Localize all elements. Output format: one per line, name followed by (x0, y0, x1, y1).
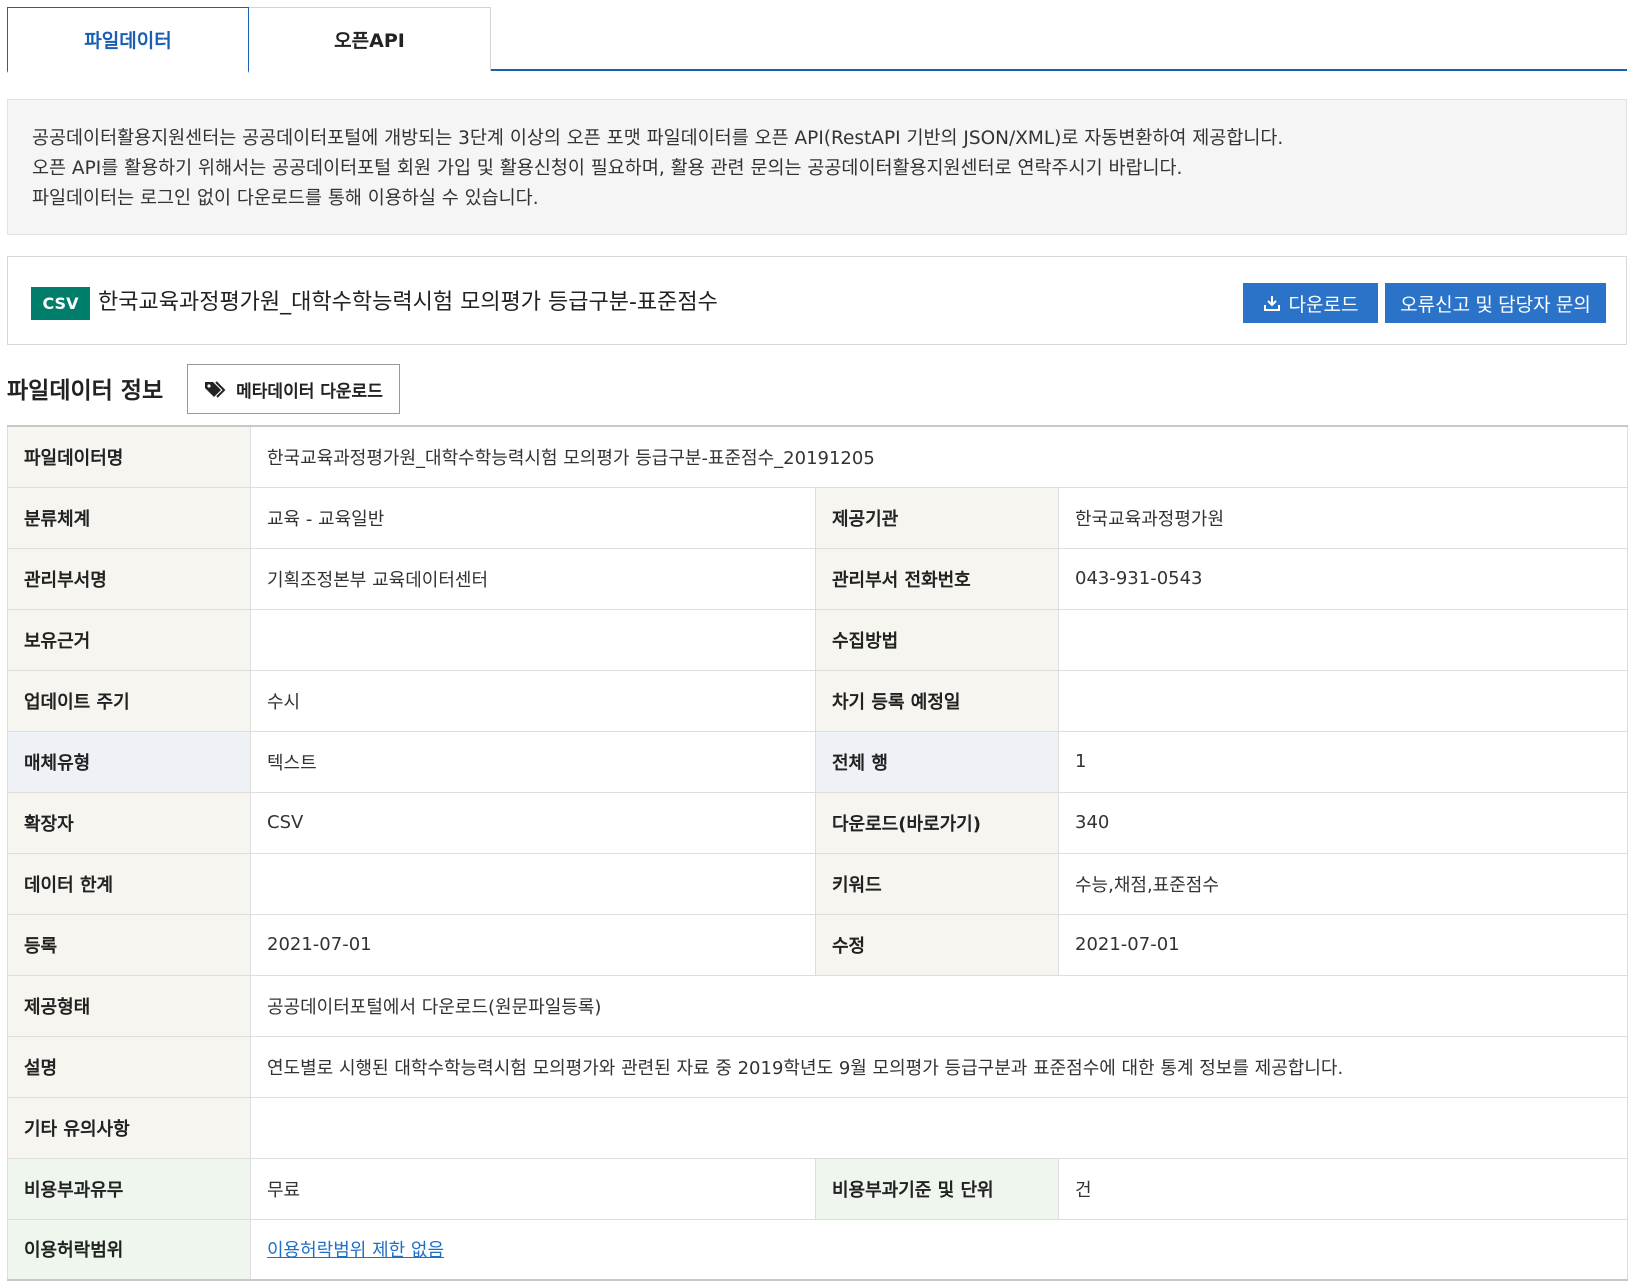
label-fee: 비용부과유무 (7, 1157, 251, 1220)
value-notes (249, 1096, 1629, 1159)
table-row: 업데이트 주기 수시 차기 등록 예정일 (7, 669, 1629, 732)
label-dept: 관리부서명 (7, 547, 251, 610)
metadata-download-label: 메타데이터 다운로드 (236, 381, 383, 402)
table-row: 분류체계 교육 - 교육일반 제공기관 한국교육과정평가원 (7, 486, 1629, 549)
value-registered: 2021-07-01 (250, 913, 816, 976)
label-provide-type: 제공형태 (7, 974, 251, 1037)
dataset-header: CSV 한국교육과정평가원_대학수학능력시험 모의평가 등급구분-표준점수 다운… (7, 256, 1627, 345)
download-icon (1263, 294, 1281, 312)
dataset-title: 한국교육과정평가원_대학수학능력시험 모의평가 등급구분-표준점수 (98, 290, 718, 315)
tags-icon (204, 380, 228, 398)
notice-line-1: 공공데이터활용지원센터는 공공데이터포털에 개방되는 3단계 이상의 오픈 포맷… (32, 128, 1284, 149)
value-collect-method (1057, 608, 1629, 671)
value-provide-type: 공공데이터포털에서 다운로드(원문파일등록) (249, 974, 1629, 1037)
table-row: 등록 2021-07-01 수정 2021-07-01 (7, 913, 1629, 976)
value-data-limit (250, 852, 816, 915)
license-cell: 이용허락범위 제한 없음 (249, 1218, 1629, 1281)
label-notes: 기타 유의사항 (7, 1096, 251, 1159)
table-row: 파일데이터명 한국교육과정평가원_대학수학능력시험 모의평가 등급구분-표준점수… (7, 425, 1629, 488)
format-badge: CSV (31, 287, 90, 320)
value-keywords: 수능,채점,표준점수 (1057, 852, 1629, 915)
label-downloads: 다운로드(바로가기) (815, 791, 1059, 854)
value-file-name: 한국교육과정평가원_대학수학능력시험 모의평가 등급구분-표준점수_201912… (249, 425, 1629, 488)
notice-line-3: 파일데이터는 로그인 없이 다운로드를 통해 이용하실 수 있습니다. (32, 188, 539, 209)
label-license: 이용허락범위 (7, 1218, 251, 1281)
label-dept-phone: 관리부서 전화번호 (815, 547, 1059, 610)
value-provider: 한국교육과정평가원 (1057, 486, 1629, 549)
label-collect-method: 수집방법 (815, 608, 1059, 671)
table-row: 비용부과유무 무료 비용부과기준 및 단위 건 (7, 1157, 1629, 1220)
section-title: 파일데이터 정보 (7, 378, 164, 404)
value-media-type: 텍스트 (250, 730, 816, 793)
label-extension: 확장자 (7, 791, 251, 854)
table-row: 데이터 한계 키워드 수능,채점,표준점수 (7, 852, 1629, 915)
metadata-download-button[interactable]: 메타데이터 다운로드 (187, 364, 400, 414)
value-dept: 기획조정본부 교육데이터센터 (250, 547, 816, 610)
label-category: 분류체계 (7, 486, 251, 549)
label-keywords: 키워드 (815, 852, 1059, 915)
label-update-cycle: 업데이트 주기 (7, 669, 251, 732)
value-update-cycle: 수시 (250, 669, 816, 732)
value-downloads: 340 (1057, 791, 1629, 854)
tab-bar: 파일데이터 오픈API (7, 7, 1627, 73)
label-modified: 수정 (815, 913, 1059, 976)
download-button[interactable]: 다운로드 (1243, 283, 1378, 323)
label-total-rows: 전체 행 (815, 730, 1059, 793)
table-row: 설명 연도별로 시행된 대학수학능력시험 모의평가와 관련된 자료 중 2019… (7, 1035, 1629, 1098)
table-row: 확장자 CSV 다운로드(바로가기) 340 (7, 791, 1629, 854)
label-file-name: 파일데이터명 (7, 425, 251, 488)
table-row: 매체유형 텍스트 전체 행 1 (7, 730, 1629, 793)
label-description: 설명 (7, 1035, 251, 1098)
notice-box: 공공데이터활용지원센터는 공공데이터포털에 개방되는 3단계 이상의 오픈 포맷… (7, 99, 1627, 235)
table-row: 제공형태 공공데이터포털에서 다운로드(원문파일등록) (7, 974, 1629, 1037)
value-modified: 2021-07-01 (1057, 913, 1629, 976)
tab-open-api[interactable]: 오픈API (249, 7, 491, 71)
report-error-button[interactable]: 오류신고 및 담당자 문의 (1385, 283, 1606, 323)
label-next-reg: 차기 등록 예정일 (815, 669, 1059, 732)
label-provider: 제공기관 (815, 486, 1059, 549)
label-fee-basis: 비용부과기준 및 단위 (815, 1157, 1059, 1220)
value-total-rows: 1 (1057, 730, 1629, 793)
value-dept-phone: 043-931-0543 (1057, 547, 1629, 610)
license-link[interactable]: 이용허락범위 제한 없음 (267, 1240, 444, 1261)
value-extension: CSV (250, 791, 816, 854)
value-category: 교육 - 교육일반 (250, 486, 816, 549)
value-fee: 무료 (250, 1157, 816, 1220)
notice-line-2: 오픈 API를 활용하기 위해서는 공공데이터포털 회원 가입 및 활용신청이 … (32, 158, 1183, 179)
table-row: 관리부서명 기획조정본부 교육데이터센터 관리부서 전화번호 043-931-0… (7, 547, 1629, 610)
file-info-table: 파일데이터명 한국교육과정평가원_대학수학능력시험 모의평가 등급구분-표준점수… (7, 425, 1629, 1281)
table-row: 이용허락범위 이용허락범위 제한 없음 (7, 1218, 1629, 1281)
download-label: 다운로드 (1288, 294, 1359, 316)
value-next-reg (1057, 669, 1629, 732)
value-basis (250, 608, 816, 671)
value-description: 연도별로 시행된 대학수학능력시험 모의평가와 관련된 자료 중 2019학년도… (249, 1035, 1629, 1098)
label-basis: 보유근거 (7, 608, 251, 671)
value-fee-basis: 건 (1057, 1157, 1629, 1220)
table-row: 기타 유의사항 (7, 1096, 1629, 1159)
table-row: 보유근거 수집방법 (7, 608, 1629, 671)
label-registered: 등록 (7, 913, 251, 976)
label-media-type: 매체유형 (7, 730, 251, 793)
label-data-limit: 데이터 한계 (7, 852, 251, 915)
tab-file-data[interactable]: 파일데이터 (7, 7, 249, 73)
